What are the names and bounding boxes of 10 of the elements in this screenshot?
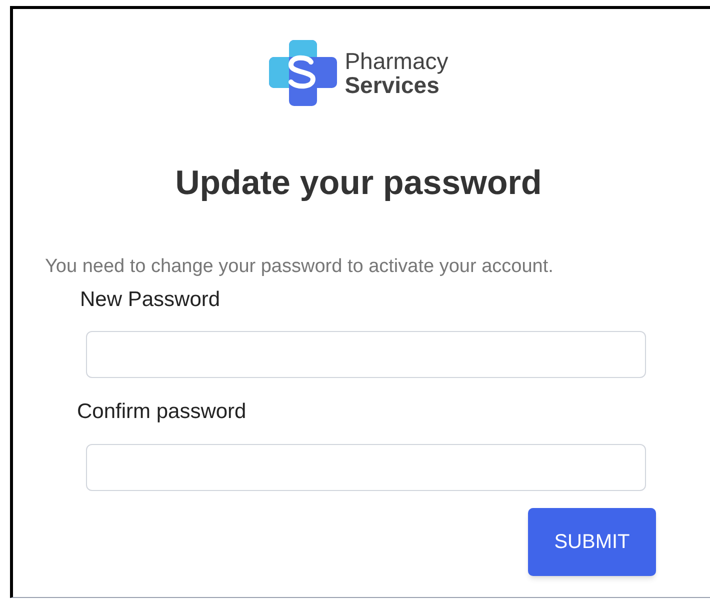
submit-button[interactable]: SUBMIT [528,508,656,576]
password-field[interactable] [86,331,646,378]
logo-text: Pharmacy [344,49,448,73]
logo-text: Services [344,73,440,97]
password-field[interactable] [86,444,646,490]
field-label: New Password [80,286,222,312]
field-label: Confirm password [77,399,248,425]
info-message: You need to change your password to activate your account. [45,255,554,279]
page-title: Update your password [174,163,543,204]
logo-icon [268,40,337,106]
